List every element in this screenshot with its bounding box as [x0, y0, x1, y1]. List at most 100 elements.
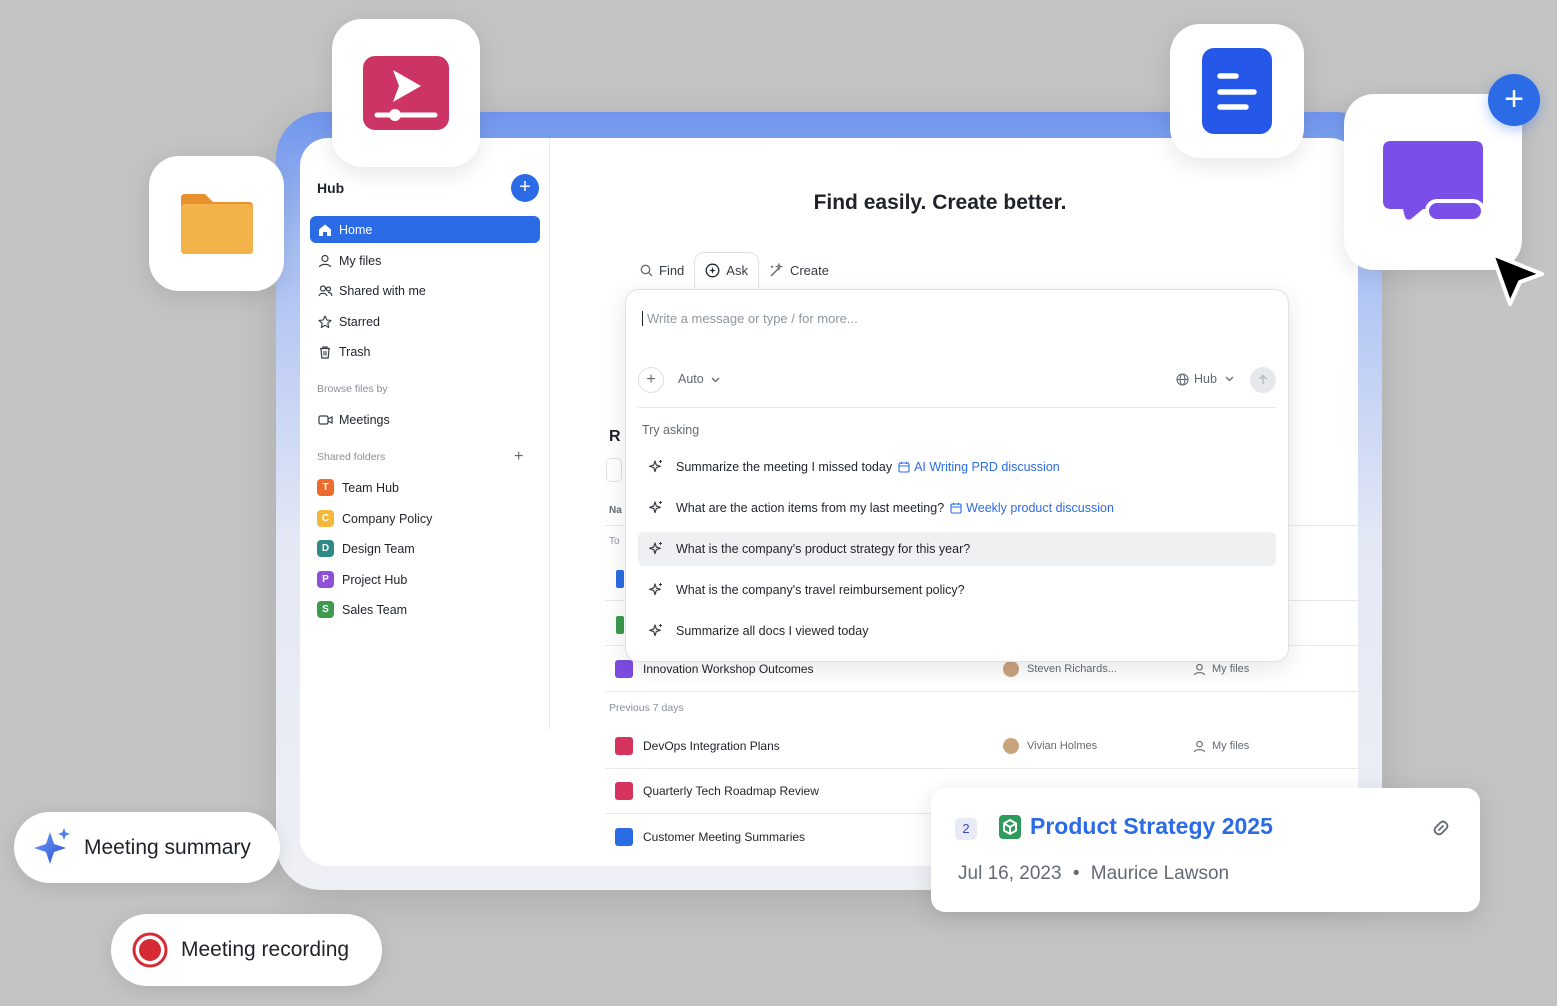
- folder-badge: P: [317, 571, 334, 588]
- home-icon: [317, 222, 333, 238]
- calendar-icon: [898, 461, 910, 473]
- folder-label: Design Team: [342, 541, 415, 556]
- suggestion-item[interactable]: What are the action items from my last m…: [638, 491, 1276, 525]
- video-file-icon: [615, 782, 633, 800]
- reference-label: AI Writing PRD discussion: [914, 460, 1060, 474]
- previous-7-days-label: Previous 7 days: [609, 702, 684, 714]
- suggestion-item[interactable]: Summarize the meeting I missed today AI …: [638, 450, 1276, 484]
- model-select-label: Auto: [678, 372, 704, 386]
- sidebar: Hub + Home My files Shared with me Starr…: [300, 138, 550, 730]
- wand-icon: [770, 262, 784, 276]
- scope-select[interactable]: Hub: [1176, 372, 1234, 386]
- ask-input[interactable]: Write a message or type / for more...: [642, 311, 858, 326]
- suggestion-text: Summarize the meeting I missed today: [676, 460, 893, 474]
- folder-badge: C: [317, 510, 334, 527]
- location-label: My files: [1212, 740, 1250, 752]
- meeting-reference-link[interactable]: Weekly product discussion: [950, 501, 1114, 515]
- sidebar-item-label: Starred: [339, 314, 380, 329]
- sidebar-item-label: Trash: [339, 344, 371, 359]
- floating-add-button[interactable]: +: [1488, 74, 1540, 126]
- result-number-badge: 2: [955, 818, 977, 840]
- meeting-summary-pill[interactable]: Meeting summary: [14, 812, 280, 883]
- folder-design-team[interactable]: D Design Team: [317, 540, 415, 557]
- chevron-down-icon: [711, 377, 720, 383]
- link-icon[interactable]: [1429, 816, 1453, 840]
- sidebar-title: Hub: [317, 180, 345, 196]
- sidebar-item-trash[interactable]: Trash: [310, 338, 540, 365]
- star-icon: [317, 314, 333, 330]
- sheet-icon: [999, 815, 1021, 839]
- file-owner: Steven Richards...: [1003, 661, 1193, 677]
- suggestion-item[interactable]: What is the company's product strategy f…: [638, 532, 1276, 566]
- try-asking-label: Try asking: [642, 423, 700, 437]
- sidebar-item-meetings[interactable]: Meetings: [310, 406, 540, 433]
- file-location: My files: [1193, 740, 1249, 753]
- file-location: My files: [1193, 663, 1249, 676]
- folder-team-hub[interactable]: T Team Hub: [317, 479, 399, 496]
- document-title[interactable]: Product Strategy 2025: [1030, 813, 1273, 840]
- folder-sales-team[interactable]: S Sales Team: [317, 601, 407, 618]
- page-headline: Find easily. Create better.: [813, 191, 1067, 214]
- ask-toolbar: + Auto Hub: [638, 367, 1276, 395]
- sidebar-item-label: My files: [339, 253, 382, 268]
- sidebar-item-shared-with-me[interactable]: Shared with me: [310, 277, 540, 304]
- copy-button-stub[interactable]: [606, 458, 622, 482]
- presentation-icon: [615, 737, 633, 755]
- user-icon: [1193, 740, 1206, 752]
- name-column-stub: Na: [609, 505, 622, 516]
- folder-company-policy[interactable]: C Company Policy: [317, 510, 432, 527]
- folder-label: Sales Team: [342, 602, 408, 617]
- mouse-pointer-icon: [1490, 252, 1544, 306]
- folder-badge: D: [317, 540, 334, 557]
- sidebar-item-starred[interactable]: Starred: [310, 308, 540, 335]
- file-name: DevOps Integration Plans: [643, 739, 780, 753]
- ask-panel: Write a message or type / for more... + …: [625, 289, 1289, 662]
- model-select[interactable]: Auto: [678, 372, 720, 386]
- sidebar-item-label: Home: [339, 222, 373, 237]
- meeting-recording-label: Meeting recording: [181, 938, 350, 961]
- tab-find[interactable]: Find: [630, 252, 694, 288]
- send-button[interactable]: [1250, 367, 1276, 393]
- hub-add-button[interactable]: +: [511, 174, 539, 202]
- files-app-tile[interactable]: [149, 156, 284, 291]
- video-icon: [317, 412, 333, 428]
- sparkle-icon: [648, 541, 664, 557]
- meeting-recording-pill[interactable]: Meeting recording: [111, 914, 382, 986]
- whiteboard-app-tile[interactable]: [1344, 94, 1522, 270]
- suggestion-item[interactable]: Summarize all docs I viewed today: [638, 614, 1276, 648]
- file-icon: [616, 616, 624, 634]
- add-shared-folder-button[interactable]: +: [514, 448, 523, 466]
- folder-badge: S: [317, 601, 334, 618]
- record-icon: [132, 932, 168, 968]
- document-card[interactable]: 2 Product Strategy 2025 Jul 16, 2023 • M…: [931, 788, 1480, 912]
- sparkle-icon: [648, 623, 664, 639]
- sidebar-item-label: Meetings: [339, 412, 390, 427]
- globe-icon: [1176, 372, 1189, 386]
- ask-divider: [638, 407, 1276, 408]
- table-row[interactable]: DevOps Integration Plans Vivian Holmes M…: [605, 724, 1358, 769]
- owner-name: Vivian Holmes: [1027, 740, 1098, 752]
- recent-heading-stub: R: [609, 428, 621, 445]
- suggestion-text: What are the action items from my last m…: [676, 501, 945, 515]
- mode-tabs: Find Ask Create: [630, 252, 839, 288]
- folder-label: Company Policy: [342, 511, 433, 526]
- location-label: My files: [1212, 663, 1250, 675]
- presentation-app-tile[interactable]: [332, 19, 480, 167]
- folder-icon: [180, 193, 253, 254]
- suggestion-item[interactable]: What is the company's travel reimburseme…: [638, 573, 1276, 607]
- folder-badge: T: [317, 479, 334, 496]
- tab-ask[interactable]: Ask: [694, 252, 759, 288]
- calendar-icon: [950, 502, 962, 514]
- sparkle-icon: [648, 500, 664, 516]
- add-attachment-button[interactable]: +: [638, 367, 664, 393]
- sidebar-item-my-files[interactable]: My files: [310, 247, 540, 274]
- folder-project-hub[interactable]: P Project Hub: [317, 571, 407, 588]
- arrow-up-icon: [1259, 374, 1267, 384]
- meeting-reference-link[interactable]: AI Writing PRD discussion: [898, 460, 1060, 474]
- tab-create[interactable]: Create: [759, 252, 839, 288]
- docs-app-tile[interactable]: [1170, 24, 1304, 158]
- sidebar-item-home[interactable]: Home: [310, 216, 540, 243]
- avatar: [1003, 661, 1019, 677]
- sparkle-icon: [648, 582, 664, 598]
- meeting-summary-label: Meeting summary: [84, 835, 251, 859]
